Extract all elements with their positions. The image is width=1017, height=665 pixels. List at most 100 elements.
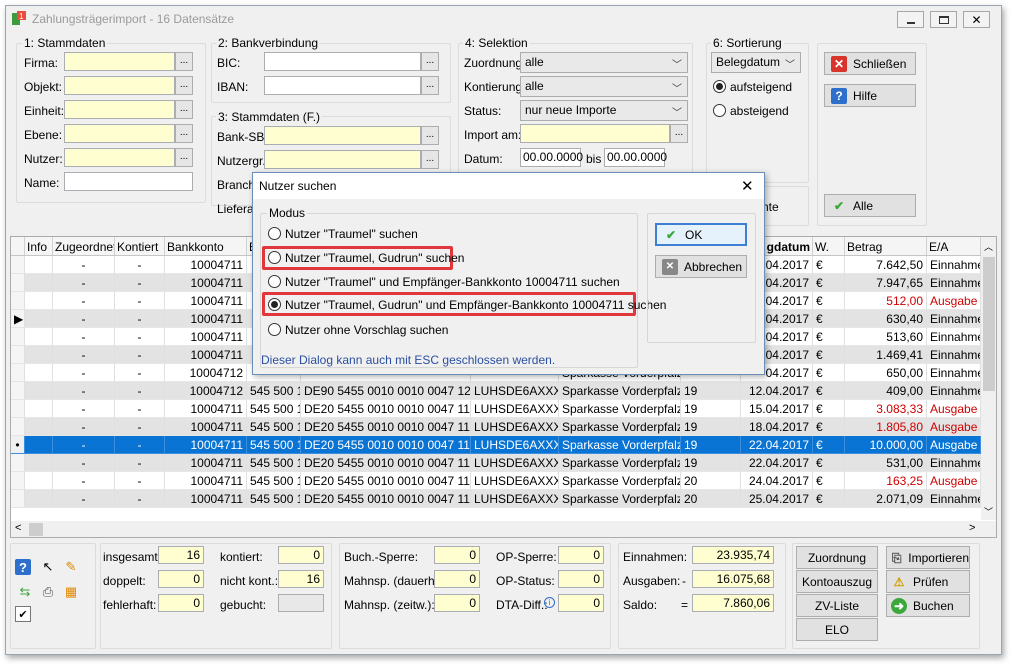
ok-button[interactable]: ✔ OK: [655, 223, 747, 246]
scroll-up-icon[interactable]: ︿: [984, 240, 993, 253]
cell-waehrung: €: [813, 436, 845, 454]
minimize-button[interactable]: [897, 11, 924, 28]
grid-color-icon[interactable]: ▦: [61, 582, 81, 602]
vertical-scrollbar[interactable]: ︿ ﹀: [981, 237, 996, 520]
table-row[interactable]: --10004711545 500 10DE20 5455 0010 0010 …: [11, 490, 981, 508]
cell-bic: LUHSDE6AXXX: [471, 400, 559, 418]
cell-info: [25, 436, 53, 454]
col-kontiert[interactable]: Kontiert: [115, 237, 165, 256]
nutzergr-input[interactable]: [264, 150, 421, 169]
option-ohne-vorschlag-label[interactable]: Nutzer ohne Vorschlag suchen: [285, 323, 448, 337]
banksb-input[interactable]: [264, 126, 421, 145]
col-info[interactable]: Info: [25, 237, 53, 256]
sort-desc-radio[interactable]: [713, 104, 726, 117]
option-traumel-konto-label[interactable]: Nutzer "Traumel" und Empfänger-Bankkonto…: [285, 275, 620, 289]
firma-input[interactable]: [64, 52, 175, 71]
buchen-button[interactable]: ➜ Buchen: [886, 594, 970, 617]
option-nutzer-traumel-radio[interactable]: [268, 227, 281, 240]
kontoauszug-button[interactable]: Kontoauszug: [796, 570, 878, 593]
nutzer-input[interactable]: [64, 148, 175, 167]
scroll-down-icon[interactable]: ﹀: [984, 505, 993, 518]
cursor-icon[interactable]: ↖: [38, 557, 58, 577]
scroll-left-icon[interactable]: <: [15, 522, 21, 534]
printer-icon[interactable]: ⎙: [38, 582, 58, 602]
firma-browse-button[interactable]: ...: [175, 52, 193, 71]
nutzergr-browse-button[interactable]: ...: [421, 150, 439, 169]
col-waehrung[interactable]: W.: [813, 237, 845, 256]
cell-iban: DE20 5455 0010 0010 0047 11: [301, 490, 471, 508]
option-ohne-vorschlag-radio[interactable]: [268, 323, 281, 336]
kontierung-select[interactable]: alle ﹀: [520, 76, 688, 97]
datum-bis-input[interactable]: 00.00.0000: [604, 148, 667, 167]
nutzer-browse-button[interactable]: ...: [175, 148, 193, 167]
col-zugeordnet[interactable]: Zugeordnet: [53, 237, 115, 256]
einheit-browse-button[interactable]: ...: [175, 100, 193, 119]
zuordnung-select[interactable]: alle ﹀: [520, 52, 688, 73]
option-nutzer-traumel-label[interactable]: Nutzer "Traumel" suchen: [285, 227, 418, 241]
scroll-right-icon[interactable]: >: [969, 522, 975, 534]
name-input[interactable]: [64, 172, 193, 191]
close-window-button[interactable]: ✕: [963, 11, 990, 28]
table-row[interactable]: --10004711545 500 10DE20 5455 0010 0010 …: [11, 418, 981, 436]
table-row[interactable]: --10004712545 500 10DE90 5455 0010 0010 …: [11, 382, 981, 400]
elo-button[interactable]: ELO: [796, 618, 878, 641]
iban-input[interactable]: [264, 76, 421, 95]
table-row[interactable]: --10004711545 500 10DE20 5455 0010 0010 …: [11, 454, 981, 472]
objekt-input[interactable]: [64, 76, 175, 95]
saldo-sign: =: [681, 598, 689, 612]
cell-kontiert: -: [115, 328, 165, 346]
horizontal-scroll-thumb[interactable]: [29, 523, 43, 536]
bic-browse-button[interactable]: ...: [421, 52, 439, 71]
option-traumel-gudrun-konto-label[interactable]: Nutzer "Traumel, Gudrun" und Empfänger-B…: [285, 298, 666, 312]
table-row[interactable]: •--10004711545 500 10DE20 5455 0010 0010…: [11, 436, 981, 454]
status-select[interactable]: nur neue Importe ﹀: [520, 100, 688, 121]
vertical-scroll-thumb[interactable]: [983, 257, 995, 391]
sortierung-select[interactable]: Belegdatum ﹀: [711, 52, 801, 73]
maximize-button[interactable]: [930, 11, 957, 28]
importieren-button[interactable]: ⎘ Importieren: [886, 546, 970, 569]
col-bankkonto[interactable]: Bankkonto: [165, 237, 247, 256]
cell-betrag: 1.805,80: [845, 418, 927, 436]
table-row[interactable]: --10004711545 500 10DE20 5455 0010 0010 …: [11, 400, 981, 418]
zuordnung-button[interactable]: Zuordnung: [796, 546, 878, 569]
option-traumel-konto-radio[interactable]: [268, 275, 281, 288]
pruefen-button[interactable]: ⚠ Prüfen: [886, 570, 970, 593]
checkbox-icon[interactable]: ✔: [15, 606, 31, 622]
abbrechen-button[interactable]: ✕ Abbrechen: [655, 255, 747, 278]
col-betrag[interactable]: Betrag: [845, 237, 927, 256]
zv-liste-button[interactable]: ZV-Liste: [796, 594, 878, 617]
horizontal-scrollbar[interactable]: < >: [11, 521, 996, 537]
sort-asc-radio[interactable]: [713, 80, 726, 93]
bic-input[interactable]: [264, 52, 421, 71]
nicht-kont-label: nicht kont.:: [220, 574, 279, 588]
alle-button[interactable]: ✔ Alle: [824, 194, 916, 217]
cell-bank: Sparkasse Vorderpfalz: [559, 418, 681, 436]
pencil-icon[interactable]: ✎: [61, 557, 81, 577]
einheit-input[interactable]: [64, 100, 175, 119]
help-icon[interactable]: ?: [15, 559, 31, 575]
ebene-input[interactable]: [64, 124, 175, 143]
swap-icon[interactable]: ⇆: [15, 582, 35, 602]
cell-bic: LUHSDE6AXXX: [471, 418, 559, 436]
table-row[interactable]: --10004711545 500 10DE20 5455 0010 0010 …: [11, 472, 981, 490]
datum-von-input[interactable]: 00.00.0000: [520, 148, 583, 167]
cell-info: [25, 418, 53, 436]
objekt-browse-button[interactable]: ...: [175, 76, 193, 95]
import-am-browse-button[interactable]: ...: [670, 124, 688, 143]
info-icon[interactable]: i: [544, 597, 555, 608]
banksb-browse-button[interactable]: ...: [421, 126, 439, 145]
option-traumel-gudrun-label[interactable]: Nutzer "Traumel, Gudrun" suchen: [285, 251, 464, 265]
schliessen-button[interactable]: ✕ Schließen: [824, 52, 916, 75]
cell-zugeordnet: -: [53, 256, 115, 274]
iban-browse-button[interactable]: ...: [421, 76, 439, 95]
cell-kontiert: -: [115, 454, 165, 472]
dialog-close-icon[interactable]: ✕: [741, 177, 754, 195]
cell-betrag: 2.071,09: [845, 490, 927, 508]
import-am-input[interactable]: [520, 124, 670, 143]
option-traumel-gudrun-konto-radio[interactable]: [268, 298, 281, 311]
option-traumel-gudrun-radio[interactable]: [268, 251, 281, 264]
col-ea[interactable]: E/A: [927, 237, 981, 256]
ebene-browse-button[interactable]: ...: [175, 124, 193, 143]
cell-zugeordnet: -: [53, 436, 115, 454]
hilfe-button[interactable]: ? Hilfe: [824, 84, 916, 107]
